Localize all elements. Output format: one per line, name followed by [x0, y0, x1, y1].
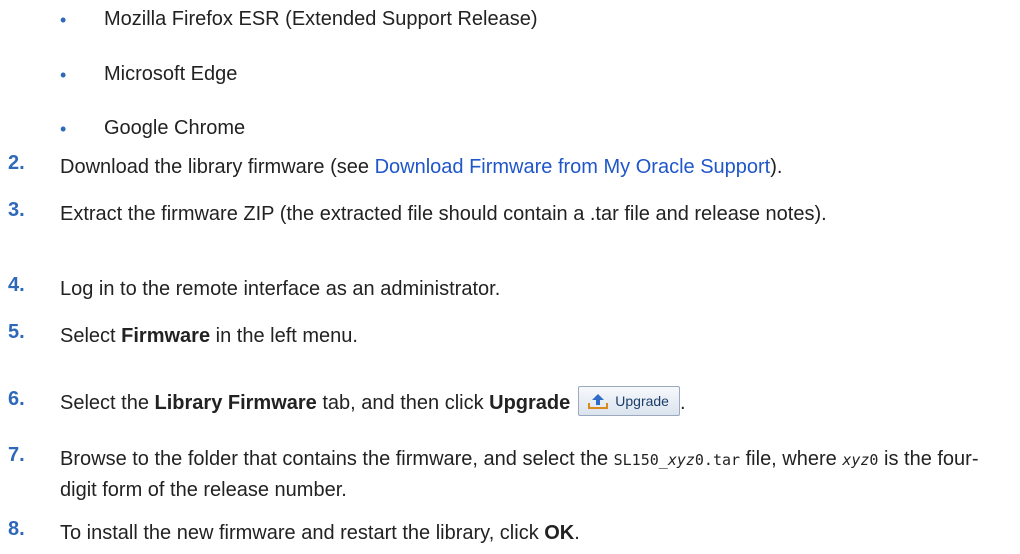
step-text: Select the Library Firmware tab, and the…	[60, 385, 1010, 419]
bullet-glyph: •	[60, 64, 67, 85]
step-8: 8. To install the new firmware and resta…	[8, 518, 1010, 548]
filename-code: SL150_	[613, 451, 668, 469]
step-text: Select Firmware in the left menu.	[60, 325, 358, 347]
step-4: 4. Log in to the remote interface as an …	[8, 274, 1010, 304]
step-2: 2. Download the library firmware (see Do…	[8, 152, 1010, 182]
step-text: Log in to the remote interface as an adm…	[60, 278, 501, 300]
step-text: Extract the firmware ZIP (the extracted …	[60, 203, 827, 225]
download-firmware-link[interactable]: Download Firmware from My Oracle Support	[375, 156, 771, 178]
upgrade-button-label: Upgrade	[615, 392, 669, 409]
step-number: 2.	[8, 152, 25, 174]
bullet-text: Google Chrome	[104, 117, 246, 139]
upgrade-button[interactable]: Upgrade	[578, 385, 680, 416]
upload-arrow-icon	[588, 393, 609, 409]
step-text: Download the library firmware (see Downl…	[60, 156, 783, 178]
step-number: 7.	[8, 444, 25, 466]
step-number: 3.	[8, 199, 25, 221]
bullet-text: Microsoft Edge	[104, 63, 238, 85]
step-3: 3. Extract the firmware ZIP (the extract…	[8, 199, 1010, 229]
bullet-text: Mozilla Firefox ESR (Extended Support Re…	[104, 8, 538, 30]
step-text: To install the new firmware and restart …	[60, 522, 580, 544]
step-7: 7. Browse to the folder that contains th…	[8, 444, 1010, 505]
step-number: 5.	[8, 321, 25, 343]
menu-term: Firmware	[121, 325, 211, 347]
step-number: 4.	[8, 274, 25, 296]
bullet-glyph: •	[60, 118, 67, 139]
step-text: Browse to the folder that contains the f…	[60, 448, 979, 501]
bullet-glyph: •	[60, 9, 67, 30]
ok-term: OK	[544, 522, 575, 544]
step-number: 6.	[8, 388, 25, 410]
bullet-item: • Mozilla Firefox ESR (Extended Support …	[60, 8, 538, 31]
bullet-item: • Google Chrome	[60, 117, 245, 140]
step-number: 8.	[8, 518, 25, 540]
step-6: 6. Select the Library Firmware tab, and …	[8, 385, 1010, 419]
step-5: 5. Select Firmware in the left menu.	[8, 321, 1010, 351]
bullet-item: • Microsoft Edge	[60, 63, 237, 86]
